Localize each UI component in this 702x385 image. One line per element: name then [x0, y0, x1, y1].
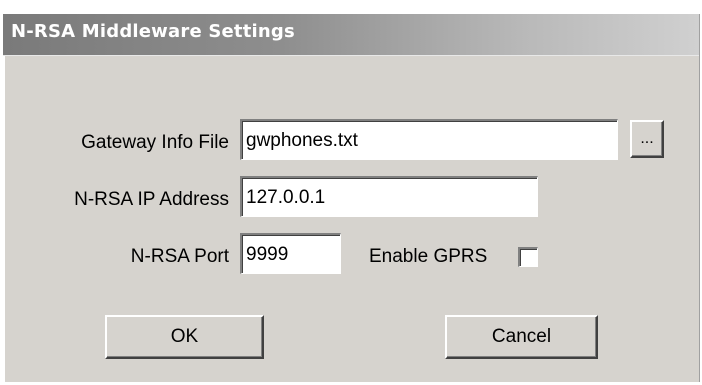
- gateway-info-file-label: Gateway Info File: [81, 132, 229, 153]
- dialog-left-edge: [3, 56, 5, 382]
- cancel-button-label: Cancel: [491, 326, 552, 347]
- ip-address-label: N-RSA IP Address: [74, 189, 229, 210]
- browse-button[interactable]: ...: [630, 120, 664, 158]
- cancel-button[interactable]: Cancel: [445, 315, 598, 359]
- settings-dialog: N-RSA Middleware Settings Gateway Info F…: [3, 14, 700, 382]
- window: N-RSA Middleware Settings Gateway Info F…: [0, 0, 702, 385]
- title-bar[interactable]: N-RSA Middleware Settings: [3, 14, 699, 56]
- ok-button-label: OK: [170, 326, 199, 347]
- enable-gprs-label: Enable GPRS: [369, 246, 488, 267]
- enable-gprs-checkbox[interactable]: [518, 247, 538, 267]
- browse-button-label: ...: [640, 130, 654, 147]
- ip-address-input[interactable]: [240, 176, 538, 217]
- dialog-title: N-RSA Middleware Settings: [11, 21, 295, 42]
- port-label: N-RSA Port: [130, 246, 229, 267]
- gateway-info-file-input[interactable]: [240, 119, 618, 160]
- port-input[interactable]: [240, 233, 341, 274]
- ok-button[interactable]: OK: [105, 315, 264, 359]
